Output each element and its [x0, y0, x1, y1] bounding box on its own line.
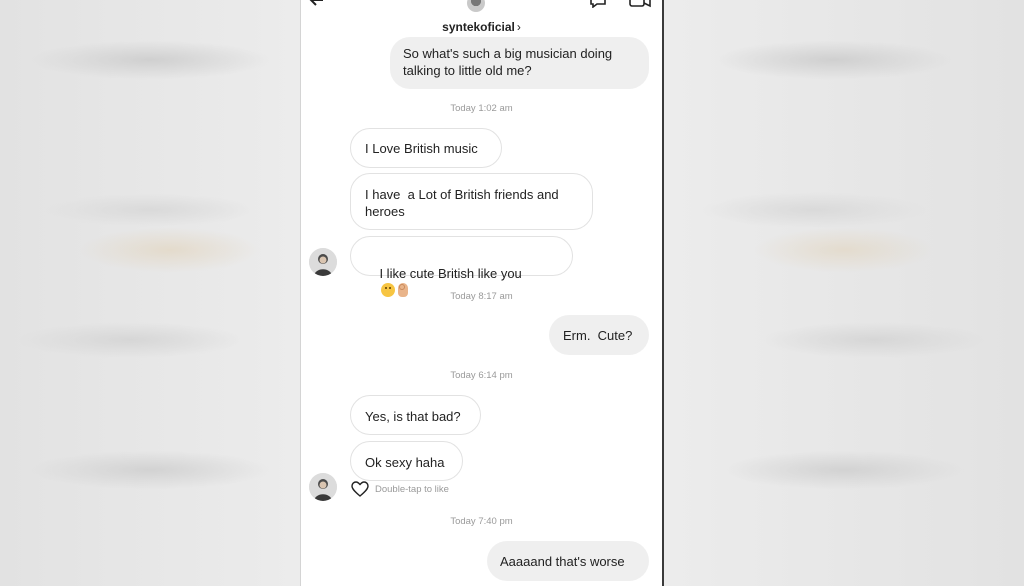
incoming-message[interactable]: I Love British music [350, 128, 502, 168]
timestamp: Today 8:17 am [450, 291, 513, 302]
back-arrow-icon[interactable] [307, 0, 327, 10]
outgoing-message[interactable]: Aaaaand that's worse [487, 541, 649, 581]
heart-icon[interactable] [351, 481, 369, 497]
chat-username[interactable]: syntekoficial › [301, 20, 662, 34]
like-hint-row: Double-tap to like [351, 481, 449, 497]
video-camera-icon[interactable] [629, 0, 651, 8]
blurred-background-left [0, 0, 300, 586]
info-icon[interactable] [589, 0, 607, 8]
chat-header: syntekoficial › [301, 0, 662, 42]
blurred-background-right [664, 0, 1024, 586]
person-avatar-icon [309, 248, 337, 276]
message-text: I like cute British like you [379, 266, 522, 281]
chevron-right-icon: › [516, 20, 521, 34]
sender-avatar[interactable] [309, 473, 337, 501]
timestamp: Today 1:02 am [450, 103, 513, 114]
chat-screen: syntekoficial › So what's such a big musi… [300, 0, 664, 586]
timestamp: Today 6:14 pm [450, 370, 513, 381]
outgoing-message[interactable]: So what's such a big musician doing talk… [390, 37, 649, 89]
sender-avatar[interactable] [309, 248, 337, 276]
like-hint-text: Double-tap to like [375, 483, 449, 495]
outgoing-message[interactable]: Erm. Cute? [549, 315, 649, 355]
incoming-message[interactable]: Yes, is that bad? [350, 395, 481, 435]
incoming-message[interactable]: I like cute British like you [350, 236, 573, 297]
incoming-message[interactable]: Ok sexy haha [350, 441, 463, 481]
header-avatar[interactable] [467, 0, 485, 12]
person-avatar-icon [309, 473, 337, 501]
incoming-message[interactable]: I have a Lot of British friends and hero… [350, 173, 593, 230]
timestamp: Today 7:40 pm [450, 516, 513, 527]
username-text: syntekoficial [442, 20, 515, 34]
